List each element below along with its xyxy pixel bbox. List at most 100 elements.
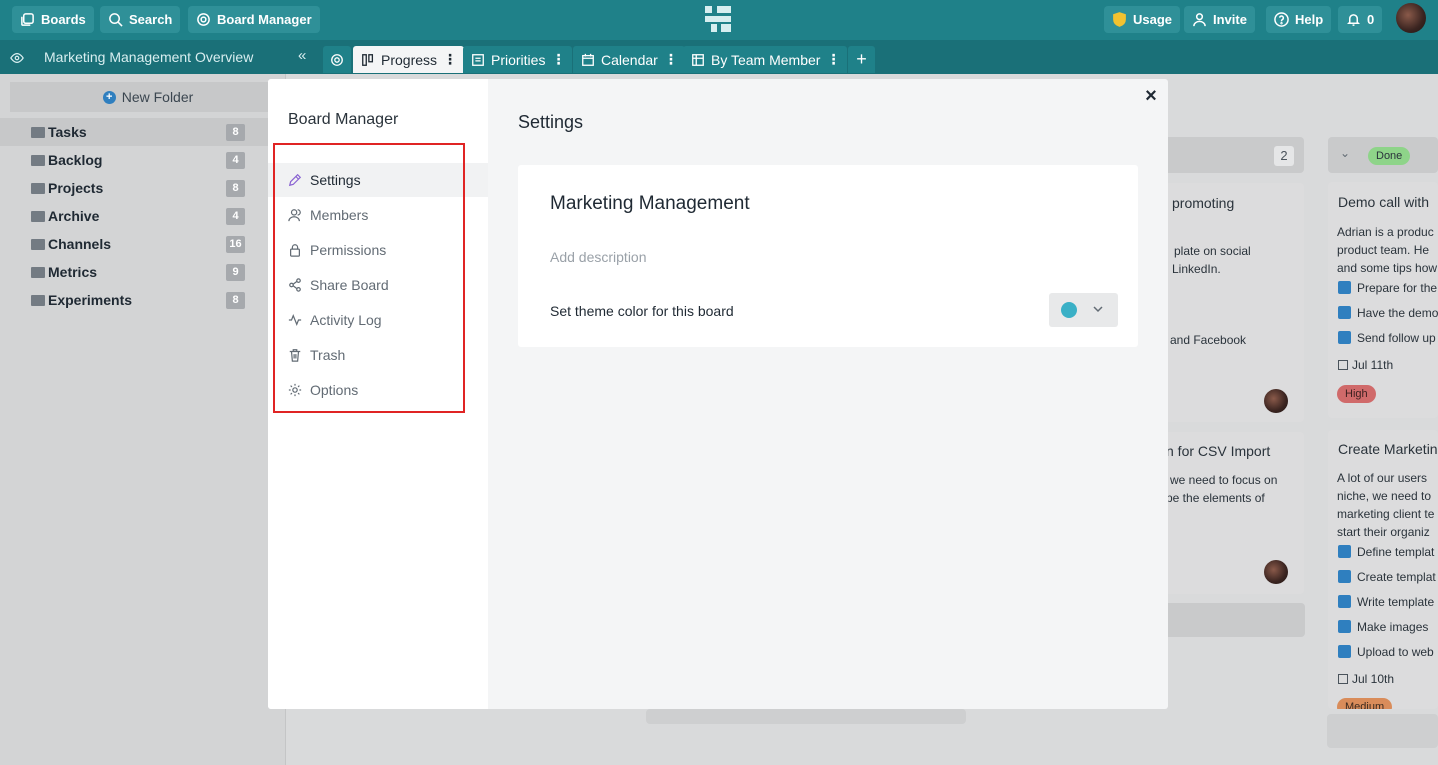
- menu-item-label: Permissions: [310, 242, 387, 258]
- plus-circle-icon: +: [102, 90, 116, 104]
- column-header[interactable]: 2: [1150, 137, 1304, 173]
- tab-menu-icon[interactable]: ⋮: [443, 51, 457, 68]
- checklist-label: Have the demo: [1357, 305, 1438, 320]
- search-button[interactable]: Search: [100, 6, 181, 33]
- folder-experiments[interactable]: Experiments 8: [0, 286, 286, 314]
- tab-menu-icon[interactable]: ⋮: [826, 51, 840, 68]
- tab-priorities[interactable]: Priorities ⋮: [463, 46, 573, 73]
- checkbox-checked-icon[interactable]: [1338, 331, 1351, 344]
- board-manager-button[interactable]: Board Manager: [188, 6, 320, 33]
- checklist-item[interactable]: Create templat: [1338, 564, 1436, 589]
- tab-menu-icon[interactable]: ⋮: [551, 51, 565, 68]
- priority-badge: High: [1337, 385, 1376, 403]
- checkbox-checked-icon[interactable]: [1338, 545, 1351, 558]
- checklist-label: Upload to web: [1357, 644, 1434, 659]
- close-icon[interactable]: ×: [1141, 86, 1161, 106]
- checklist-item[interactable]: Send follow up: [1338, 325, 1438, 350]
- checkbox-checked-icon[interactable]: [1338, 595, 1351, 608]
- settings-card: Marketing Management Add description Set…: [518, 165, 1138, 347]
- theme-color-label: Set theme color for this board: [550, 303, 734, 319]
- priority-badge: Medium: [1337, 698, 1393, 709]
- column-count: 2: [1274, 146, 1294, 166]
- card-text: we need to focus on: [1170, 473, 1278, 487]
- folder-backlog[interactable]: Backlog 4: [0, 146, 286, 174]
- usage-label: Usage: [1133, 12, 1173, 27]
- checklist-item[interactable]: Define templat: [1338, 539, 1436, 564]
- menu-item-label: Activity Log: [310, 312, 382, 328]
- collapse-sidebar-icon[interactable]: «: [298, 47, 306, 64]
- task-card[interactable]: Demo call with Adrian is a produc produc…: [1328, 182, 1438, 418]
- tab-menu-icon[interactable]: ⋮: [664, 51, 678, 68]
- theme-color-select[interactable]: [1049, 293, 1118, 327]
- tab-progress[interactable]: Progress ⋮: [353, 46, 465, 73]
- checkbox-checked-icon[interactable]: [1338, 645, 1351, 658]
- new-folder-button[interactable]: + New Folder: [10, 82, 286, 112]
- invite-button[interactable]: Invite: [1184, 6, 1255, 33]
- task-card[interactable]: Create Marketin A lot of our users niche…: [1328, 430, 1438, 709]
- eye-icon[interactable]: [10, 51, 24, 65]
- assignee-avatar[interactable]: [1264, 560, 1288, 584]
- view-settings-button[interactable]: [323, 46, 351, 73]
- folder-tasks[interactable]: Tasks 8: [0, 118, 286, 146]
- calendar-icon: [582, 53, 594, 66]
- chevron-down-icon: [1093, 306, 1103, 313]
- board-name-field[interactable]: Marketing Management: [550, 193, 750, 215]
- menu-item-label: Options: [310, 382, 359, 398]
- tab-calendar[interactable]: Calendar ⋮: [573, 46, 685, 73]
- checklist-label: Define templat: [1357, 544, 1435, 559]
- checkbox-checked-icon[interactable]: [1338, 620, 1351, 633]
- due-date-text: Jul 10th: [1352, 672, 1395, 686]
- folder-count: 16: [226, 235, 245, 253]
- menu-item-options[interactable]: Options: [268, 373, 488, 407]
- folder-name: Channels: [48, 236, 112, 252]
- tab-label: Calendar: [601, 51, 658, 68]
- menu-item-permissions[interactable]: Permissions: [268, 233, 488, 267]
- chevron-down-icon[interactable]: ⌄: [1340, 146, 1350, 160]
- boards-button[interactable]: Boards: [12, 6, 94, 33]
- card-text: and Facebook: [1170, 333, 1247, 347]
- add-column-row[interactable]: [646, 709, 966, 724]
- checklist-item[interactable]: Make images: [1338, 614, 1436, 639]
- shield-icon: [1113, 12, 1126, 27]
- help-button[interactable]: Help: [1266, 6, 1332, 33]
- folder-archive[interactable]: Archive 4: [0, 202, 286, 230]
- task-card[interactable]: n for CSV Import we need to focus on pe …: [1150, 432, 1304, 594]
- folder-count: 8: [226, 291, 245, 309]
- folder-name: Projects: [48, 180, 104, 196]
- app-logo[interactable]: [703, 4, 733, 34]
- checklist-item[interactable]: Write template: [1338, 589, 1436, 614]
- folder-name: Tasks: [48, 124, 87, 140]
- checkbox-checked-icon[interactable]: [1338, 281, 1351, 294]
- checkbox-checked-icon[interactable]: [1338, 570, 1351, 583]
- folder-count: 4: [226, 151, 245, 169]
- done-column-header[interactable]: ⌄ Done: [1328, 137, 1438, 173]
- kanban-icon: [362, 53, 374, 66]
- user-avatar[interactable]: [1396, 3, 1426, 33]
- due-date: Jul 10th: [1338, 672, 1394, 686]
- menu-item-members[interactable]: Members: [268, 198, 488, 232]
- description-field[interactable]: Add description: [550, 249, 647, 265]
- folder-name: Metrics: [48, 264, 98, 280]
- folder-projects[interactable]: Projects 8: [0, 174, 286, 202]
- board-manager-modal: Board Manager Settings Members Permissio…: [268, 79, 1168, 709]
- checklist-item[interactable]: Have the demo: [1338, 300, 1438, 325]
- menu-item-share-board[interactable]: Share Board: [268, 268, 488, 302]
- notifications-button[interactable]: 0: [1338, 6, 1383, 33]
- checklist-label: Send follow up: [1357, 330, 1436, 345]
- checklist-item[interactable]: Prepare for the: [1338, 275, 1438, 300]
- folder-metrics[interactable]: Metrics 9: [0, 258, 286, 286]
- add-card-row[interactable]: [1150, 603, 1305, 637]
- menu-item-settings[interactable]: Settings: [268, 163, 488, 197]
- assignee-avatar[interactable]: [1264, 389, 1288, 413]
- checklist-item[interactable]: Upload to web: [1338, 639, 1436, 664]
- folder-channels[interactable]: Channels 16: [0, 230, 286, 258]
- usage-button[interactable]: Usage: [1104, 6, 1181, 33]
- task-card[interactable]: promoting plate on social LinkedIn. and …: [1150, 183, 1304, 422]
- checkbox-checked-icon[interactable]: [1338, 306, 1351, 319]
- menu-item-activity-log[interactable]: Activity Log: [268, 303, 488, 337]
- add-tab-button[interactable]: +: [848, 46, 875, 73]
- board-title: Marketing Management Overview: [44, 49, 254, 65]
- menu-item-trash[interactable]: Trash: [268, 338, 488, 372]
- add-card-row[interactable]: [1327, 714, 1438, 748]
- tab-by-team-member[interactable]: By Team Member ⋮: [683, 46, 848, 73]
